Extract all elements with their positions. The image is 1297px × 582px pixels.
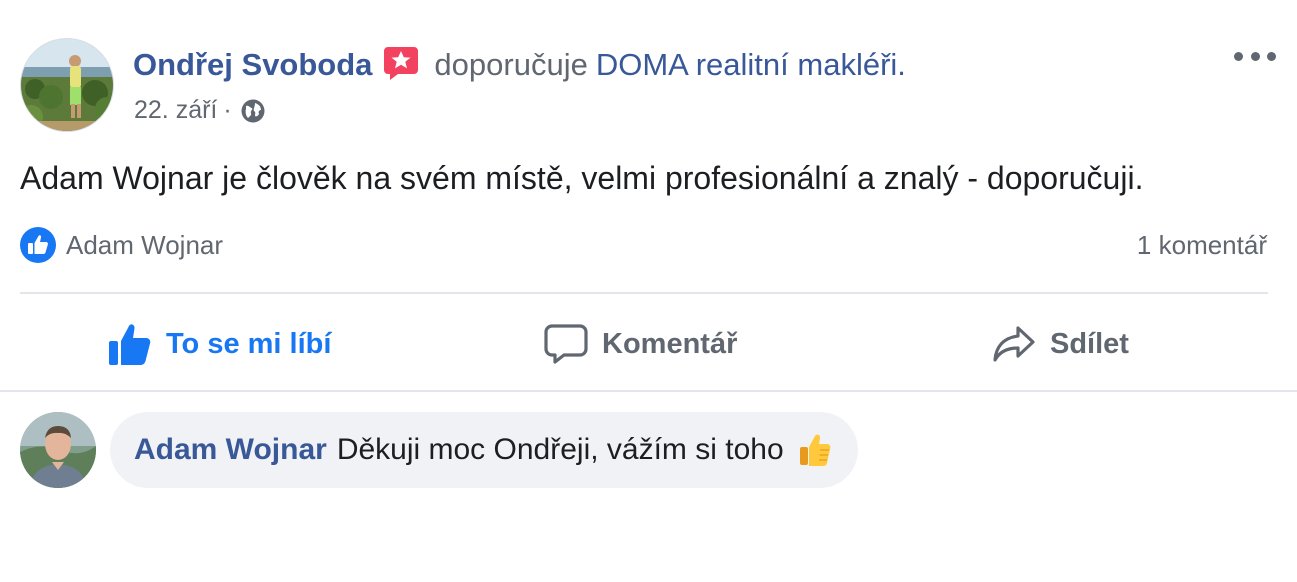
- dot: [1250, 51, 1260, 61]
- meta-separator: ·: [223, 96, 232, 124]
- reaction-names[interactable]: Adam Wojnar: [66, 230, 223, 261]
- like-reaction-icon: [20, 227, 56, 263]
- recommends-text: doporučuje: [434, 47, 588, 82]
- post-meta: 22. září ·: [134, 96, 266, 125]
- post-author-line: Ondřej Svoboda doporučuje DOMA realitní …: [133, 46, 906, 84]
- post-date[interactable]: 22. září: [134, 96, 217, 125]
- dot: [1234, 51, 1243, 61]
- post-actions-bar: To se mi líbí Komentář Sdílet: [20, 316, 1268, 372]
- divider: [0, 390, 1297, 392]
- thumbs-up-icon: [109, 324, 151, 365]
- recommended-page-link[interactable]: DOMA realitní makléři.: [596, 47, 906, 83]
- post-header: Ondřej Svoboda doporučuje DOMA realitní …: [20, 38, 1280, 134]
- author-avatar[interactable]: [20, 38, 114, 132]
- post-author-name[interactable]: Ondřej Svoboda: [133, 47, 372, 83]
- reactions-summary[interactable]: Adam Wojnar: [20, 226, 223, 264]
- post-body-text: Adam Wojnar je člověk na svém místě, vel…: [20, 160, 1144, 196]
- speech-bubble-icon: [544, 324, 588, 364]
- commenter-avatar[interactable]: [20, 412, 96, 488]
- divider: [20, 292, 1268, 294]
- more-options-icon[interactable]: [1234, 46, 1276, 66]
- share-button[interactable]: Sdílet: [992, 316, 1129, 372]
- comment-author-name[interactable]: Adam Wojnar: [134, 433, 327, 467]
- dot: [1267, 51, 1276, 61]
- share-arrow-icon: [993, 326, 1035, 362]
- comment-button-label: Komentář: [602, 327, 738, 360]
- thumbs-up-emoji-icon: [798, 432, 832, 468]
- like-button[interactable]: To se mi líbí: [108, 316, 331, 372]
- recommendation-star-badge-icon: [382, 44, 420, 82]
- like-button-label: To se mi líbí: [166, 327, 332, 360]
- comment-count[interactable]: 1 komentář: [1137, 230, 1267, 261]
- comment-button[interactable]: Komentář: [544, 316, 737, 372]
- comment-bubble: Adam Wojnar Děkuji moc Ondřeji, vážím si…: [110, 412, 858, 488]
- share-button-label: Sdílet: [1050, 327, 1129, 360]
- comment-text: Děkuji moc Ondřeji, vážím si toho: [336, 433, 784, 466]
- globe-icon[interactable]: [240, 98, 266, 124]
